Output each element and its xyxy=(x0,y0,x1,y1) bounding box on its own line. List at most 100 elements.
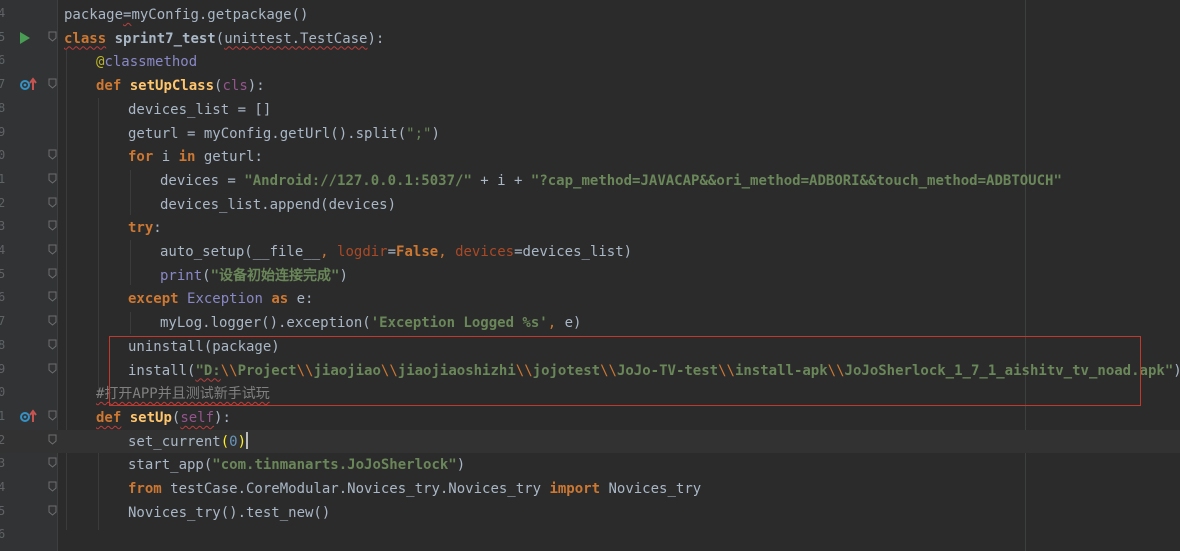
code-text[interactable]: print("设备初始连接完成") xyxy=(160,266,348,286)
text-caret xyxy=(246,431,249,449)
code-text[interactable]: devices_list = [] xyxy=(128,100,271,120)
code-token: devices xyxy=(455,244,515,260)
run-icon[interactable] xyxy=(18,30,32,46)
code-text[interactable]: Novices_try().test_new() xyxy=(128,503,330,523)
code-text[interactable]: @classmethod xyxy=(96,52,197,72)
code-line[interactable]: 9 install("D:\\Project\\jiaojiao\\jiaojia… xyxy=(0,359,1180,383)
code-line[interactable]: 7 def setUpClass(cls): xyxy=(0,74,1180,98)
code-text[interactable]: def setUpClass(cls): xyxy=(96,76,265,96)
fold-marker-icon[interactable] xyxy=(48,409,62,425)
code-line[interactable]: 1 def setUp(self): xyxy=(0,406,1180,430)
code-line[interactable]: 2 devices_list.append(devices) xyxy=(0,193,1180,217)
fold-marker-icon[interactable] xyxy=(48,504,62,520)
code-token: "com.tinmanarts.JoJoSherlock" xyxy=(212,457,457,474)
code-token: start_app( xyxy=(128,457,213,474)
fold-marker-icon[interactable] xyxy=(48,456,62,472)
code-text[interactable]: from testCase.CoreModular.Novices_try.No… xyxy=(128,479,701,499)
code-token: classmethod xyxy=(104,54,198,71)
code-text[interactable]: #打开APP并且测试新手试玩 xyxy=(96,384,270,404)
fold-marker-icon[interactable] xyxy=(48,362,62,378)
code-token: install-apk xyxy=(734,362,828,379)
code-text[interactable]: try: xyxy=(128,218,162,238)
fold-marker-icon[interactable] xyxy=(48,314,62,330)
code-text[interactable]: auto_setup(__file__, logdir=False, devic… xyxy=(160,242,632,262)
code-text[interactable]: devices_list.append(devices) xyxy=(160,195,396,215)
fold-marker-icon[interactable] xyxy=(48,77,62,93)
code-line[interactable]: 5 print("设备初始连接完成") xyxy=(0,264,1180,288)
code-line[interactable]: 6 @classmethod xyxy=(0,50,1180,74)
code-text[interactable]: install("D:\\Project\\jiaojiao\\jiaojiao… xyxy=(128,361,1180,381)
code-line[interactable]: 5 Novices_try().test_new() xyxy=(0,501,1180,525)
code-text[interactable]: for i in geturl: xyxy=(128,147,263,167)
code-text[interactable]: start_app("com.tinmanarts.JoJoSherlock") xyxy=(128,455,465,475)
line-number: 6 xyxy=(0,53,6,68)
line-number: 2 xyxy=(0,432,6,447)
code-line[interactable]: 6 except Exception as e: xyxy=(0,287,1180,311)
fold-marker-icon[interactable] xyxy=(48,433,62,449)
code-token: try xyxy=(128,220,154,237)
code-line[interactable]: 6 xyxy=(0,524,1180,548)
code-token: 'Exception Logged %s' xyxy=(370,315,548,332)
code-line[interactable]: 0 for i in geturl: xyxy=(0,145,1180,169)
fold-marker-icon[interactable] xyxy=(48,243,62,259)
line-number: 4 xyxy=(0,6,6,20)
code-token: ( xyxy=(202,267,211,284)
line-number: 5 xyxy=(0,29,6,44)
code-text[interactable]: set_current(0) xyxy=(128,431,249,452)
code-text[interactable]: class sprint7_test(unittest.TestCase): xyxy=(64,29,384,49)
code-token: in xyxy=(178,149,196,166)
code-line[interactable]: 9 geturl = myConfig.getUrl().split(";") xyxy=(0,122,1180,146)
code-token: , xyxy=(547,315,557,332)
code-text[interactable]: def setUp(self): xyxy=(96,408,231,428)
code-token: ( xyxy=(215,30,225,47)
code-editor[interactable]: 4 package=myConfig.getpackage() 5 class spr… xyxy=(0,0,1180,551)
fold-marker-icon[interactable] xyxy=(48,219,62,235)
line-number: 1 xyxy=(0,171,6,186)
line-number: 0 xyxy=(0,148,6,163)
override-method-icon[interactable] xyxy=(19,409,37,425)
code-token: "D: xyxy=(195,362,221,379)
code-token: Novices_try xyxy=(600,481,702,497)
code-token: sprint7_test xyxy=(114,30,216,47)
override-method-icon[interactable] xyxy=(19,77,37,93)
fold-marker-icon[interactable] xyxy=(48,338,62,354)
fold-marker-icon[interactable] xyxy=(48,267,62,283)
code-text[interactable]: package=myConfig.getpackage() xyxy=(64,5,308,25)
fold-marker-icon[interactable] xyxy=(48,196,62,212)
line-number: 0 xyxy=(0,385,6,400)
code-text[interactable]: myLog.logger().exception('Exception Logg… xyxy=(160,313,581,333)
fold-marker-icon[interactable] xyxy=(48,480,62,496)
code-token: \\ xyxy=(600,362,617,379)
current-line[interactable]: 2 set_current(0) xyxy=(0,429,1180,454)
code-line[interactable]: 1 devices = "Android://127.0.0.1:5037/" +… xyxy=(0,169,1180,193)
code-token: for xyxy=(128,149,154,166)
line-number: 5 xyxy=(0,266,6,281)
fold-marker-icon[interactable] xyxy=(48,172,62,188)
code-token: \\ xyxy=(718,362,735,379)
code-line[interactable]: 4 package=myConfig.getpackage() xyxy=(0,3,1180,27)
code-line[interactable]: 4 auto_setup(__file__, logdir=False, devi… xyxy=(0,240,1180,264)
code-line[interactable]: 4 from testCase.CoreModular.Novices_try.N… xyxy=(0,477,1180,501)
code-token: 0 xyxy=(229,433,238,450)
code-token: e: xyxy=(288,291,314,308)
fold-marker-icon[interactable] xyxy=(48,148,62,164)
code-token: jiaojiaoshizhi xyxy=(397,362,516,379)
code-text[interactable]: uninstall(package) xyxy=(128,337,280,357)
code-token: ";" xyxy=(406,125,432,142)
code-token: logdir xyxy=(337,244,388,260)
code-line[interactable]: 7 myLog.logger().exception('Exception Log… xyxy=(0,311,1180,335)
code-line[interactable]: 8 devices_list = [] xyxy=(0,98,1180,122)
fold-marker-icon[interactable] xyxy=(48,290,62,306)
code-line[interactable]: 8 uninstall(package) xyxy=(0,335,1180,359)
code-text[interactable]: except Exception as e: xyxy=(128,289,313,309)
line-number: 2 xyxy=(0,195,6,210)
code-line[interactable]: 5 class sprint7_test(unittest.TestCase): xyxy=(0,27,1180,51)
fold-marker-icon[interactable] xyxy=(48,30,62,46)
code-text[interactable]: devices = "Android://127.0.0.1:5037/" + … xyxy=(160,171,1062,191)
code-text[interactable]: geturl = myConfig.getUrl().split(";") xyxy=(128,124,440,144)
code-line[interactable]: 3 start_app("com.tinmanarts.JoJoSherlock"… xyxy=(0,453,1180,477)
code-line[interactable]: 0 #打开APP并且测试新手试玩 xyxy=(0,382,1180,406)
code-line[interactable]: 3 try: xyxy=(0,216,1180,240)
